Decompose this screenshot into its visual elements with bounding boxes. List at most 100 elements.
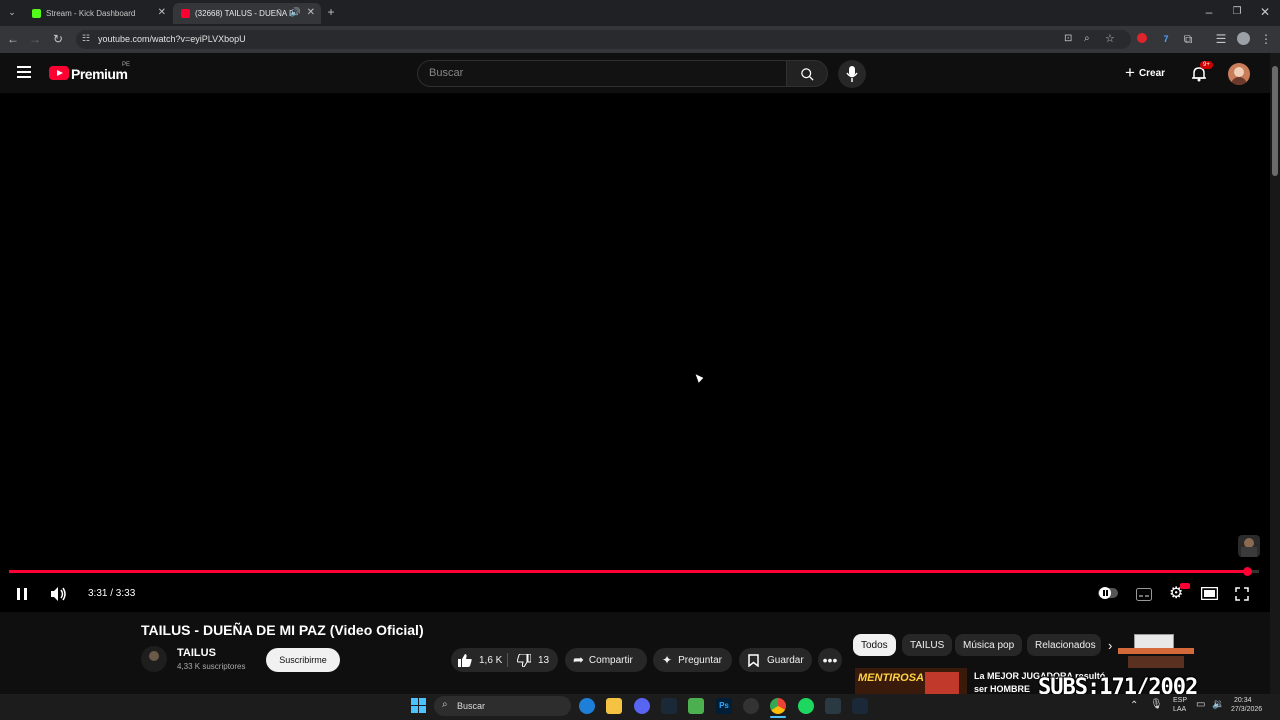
notifications-button[interactable]: 9+	[1191, 61, 1213, 87]
audio-playing-icon[interactable]: 🔊	[290, 7, 301, 18]
tab-youtube[interactable]: (32668) TAILUS - DUEÑA DE 🔊 ✕	[173, 3, 321, 24]
create-button[interactable]: + Crear	[1125, 63, 1166, 82]
new-tab-icon[interactable]: +	[324, 5, 338, 19]
dislike-count: 13	[538, 654, 550, 666]
youtube-logo-icon[interactable]	[49, 66, 69, 80]
chip-tailus[interactable]: TAILUS	[902, 634, 953, 656]
language-line1[interactable]: ESP	[1173, 697, 1187, 704]
pause-button[interactable]	[15, 585, 33, 603]
theater-mode-button[interactable]	[1200, 585, 1219, 603]
forward-icon[interactable]: →	[28, 32, 42, 46]
search-placeholder: Buscar	[429, 67, 464, 79]
terminal-icon[interactable]	[825, 698, 841, 714]
tab-title: (32668) TAILUS - DUEÑA DE	[195, 9, 293, 18]
photoshop-icon[interactable]: Ps	[716, 698, 732, 714]
volume-button[interactable]	[50, 585, 68, 603]
tab-kick-dashboard[interactable]: Stream - Kick Dashboard ✕	[24, 3, 172, 24]
subtitles-icon	[1136, 588, 1152, 601]
thumbs-up-icon	[458, 653, 472, 667]
subscribe-button[interactable]: Suscribirme	[266, 648, 340, 672]
chip-musica-pop[interactable]: Música pop	[955, 634, 1023, 656]
progress-scrubber-handle[interactable]	[1242, 567, 1252, 576]
close-tab-icon[interactable]: ✕	[307, 7, 315, 18]
steam-icon[interactable]	[661, 698, 677, 714]
volume-icon	[51, 587, 66, 601]
time-display: 3:31 / 3:33	[88, 588, 136, 599]
voice-search-button[interactable]	[838, 60, 866, 88]
recommendation-title-line2[interactable]: ser HOMBRE	[974, 684, 1030, 694]
hd-badge	[1180, 583, 1190, 589]
ask-button[interactable]: ✦ Preguntar	[653, 648, 732, 672]
chevron-right-icon[interactable]: ›	[1108, 638, 1112, 653]
chip-relacionados[interactable]: Relacionados	[1027, 634, 1101, 656]
recommendation-thumbnail[interactable]: MENTIROSA	[855, 668, 967, 694]
extensions-puzzle-icon[interactable]: ⧉	[1181, 32, 1195, 46]
search-icon	[801, 68, 814, 81]
close-window-icon[interactable]: ✕	[1258, 5, 1272, 19]
channel-name[interactable]: TAILUS	[177, 647, 216, 659]
premium-logo-text[interactable]: Premium	[71, 66, 128, 82]
bookmark-star-icon[interactable]: ☆	[1105, 32, 1115, 45]
thumbs-down-icon	[517, 653, 531, 667]
extension-7tv-icon[interactable]: 7	[1159, 32, 1173, 46]
chevron-up-icon[interactable]: ⌃	[1130, 700, 1138, 711]
chrome-icon[interactable]	[770, 698, 786, 714]
progress-bar[interactable]	[9, 570, 1247, 573]
fullscreen-button[interactable]	[1235, 585, 1253, 603]
profile-avatar[interactable]	[1237, 32, 1250, 45]
bookmark-icon	[748, 653, 759, 667]
search-button[interactable]	[786, 60, 828, 87]
pause-icon	[17, 588, 27, 600]
settings-button[interactable]: ⚙	[1169, 583, 1190, 603]
address-bar[interactable]: ☷ youtube.com/watch?v=eyiPLVXbopU ⊡ ⌕ ☆	[76, 30, 1131, 49]
like-button[interactable]: 1,6 K	[451, 648, 507, 672]
browser-menu-icon[interactable]: ⋮	[1259, 32, 1273, 46]
speaker-icon[interactable]: 🔉	[1212, 699, 1224, 710]
restore-icon[interactable]: ❐	[1230, 5, 1244, 19]
minimize-icon[interactable]: –	[1202, 5, 1216, 19]
steam-secondary-icon[interactable]	[852, 698, 868, 714]
url-text[interactable]: youtube.com/watch?v=eyiPLVXbopU	[98, 34, 246, 44]
taskbar-search-input[interactable]: ⌕ Buscar	[434, 696, 571, 716]
chip-todos[interactable]: Todos	[853, 634, 896, 656]
zoom-icon[interactable]: ⌕	[1084, 33, 1090, 44]
edge-icon[interactable]	[579, 698, 595, 714]
extension-red-icon[interactable]	[1137, 33, 1147, 43]
channel-watermark[interactable]	[1238, 535, 1260, 557]
more-actions-button[interactable]: •••	[818, 648, 842, 672]
channel-avatar[interactable]	[141, 646, 167, 672]
autoplay-toggle[interactable]	[1098, 587, 1118, 599]
install-app-icon[interactable]: ⊡	[1064, 33, 1072, 44]
menu-hamburger-icon[interactable]	[17, 66, 31, 78]
save-label: Guardar	[767, 654, 804, 666]
microphone-icon	[846, 66, 858, 82]
windows-start-icon[interactable]	[411, 698, 426, 713]
share-button[interactable]: ➦ Compartir	[565, 648, 647, 672]
discord-icon[interactable]	[634, 698, 650, 714]
tab-strip-icon[interactable]: ☰	[1214, 32, 1228, 46]
video-player[interactable]	[0, 93, 1270, 612]
back-icon[interactable]: ←	[6, 32, 20, 46]
tab-search-icon[interactable]: ⌄	[5, 5, 19, 19]
close-tab-icon[interactable]: ✕	[158, 7, 166, 18]
language-line2[interactable]: LAA	[1173, 706, 1186, 713]
spotify-icon[interactable]	[798, 698, 814, 714]
site-info-icon[interactable]: ☷	[82, 33, 90, 44]
clock-time[interactable]: 20:34	[1234, 697, 1252, 704]
monitor-icon[interactable]: ▭	[1196, 699, 1205, 710]
file-explorer-icon[interactable]	[606, 698, 622, 714]
dislike-button[interactable]: 13	[511, 648, 558, 672]
video-title: TAILUS - DUEÑA DE MI PAZ (Video Oficial)	[141, 622, 424, 638]
save-button[interactable]: Guardar	[739, 648, 812, 672]
create-label: Crear	[1138, 67, 1166, 79]
youtube-header: Premium PE Buscar + Crear 9+	[0, 53, 1270, 93]
minecraft-icon[interactable]	[688, 698, 704, 714]
clock-date[interactable]: 27/3/2026	[1231, 706, 1262, 713]
subtitles-button[interactable]	[1136, 585, 1154, 603]
account-avatar[interactable]	[1228, 63, 1250, 85]
search-input[interactable]: Buscar	[417, 60, 787, 87]
scrollbar-thumb[interactable]	[1272, 66, 1278, 176]
microphone-tray-icon[interactable]: 🎙	[1150, 699, 1163, 710]
obs-icon[interactable]	[743, 698, 759, 714]
reload-icon[interactable]: ↻	[51, 32, 65, 46]
